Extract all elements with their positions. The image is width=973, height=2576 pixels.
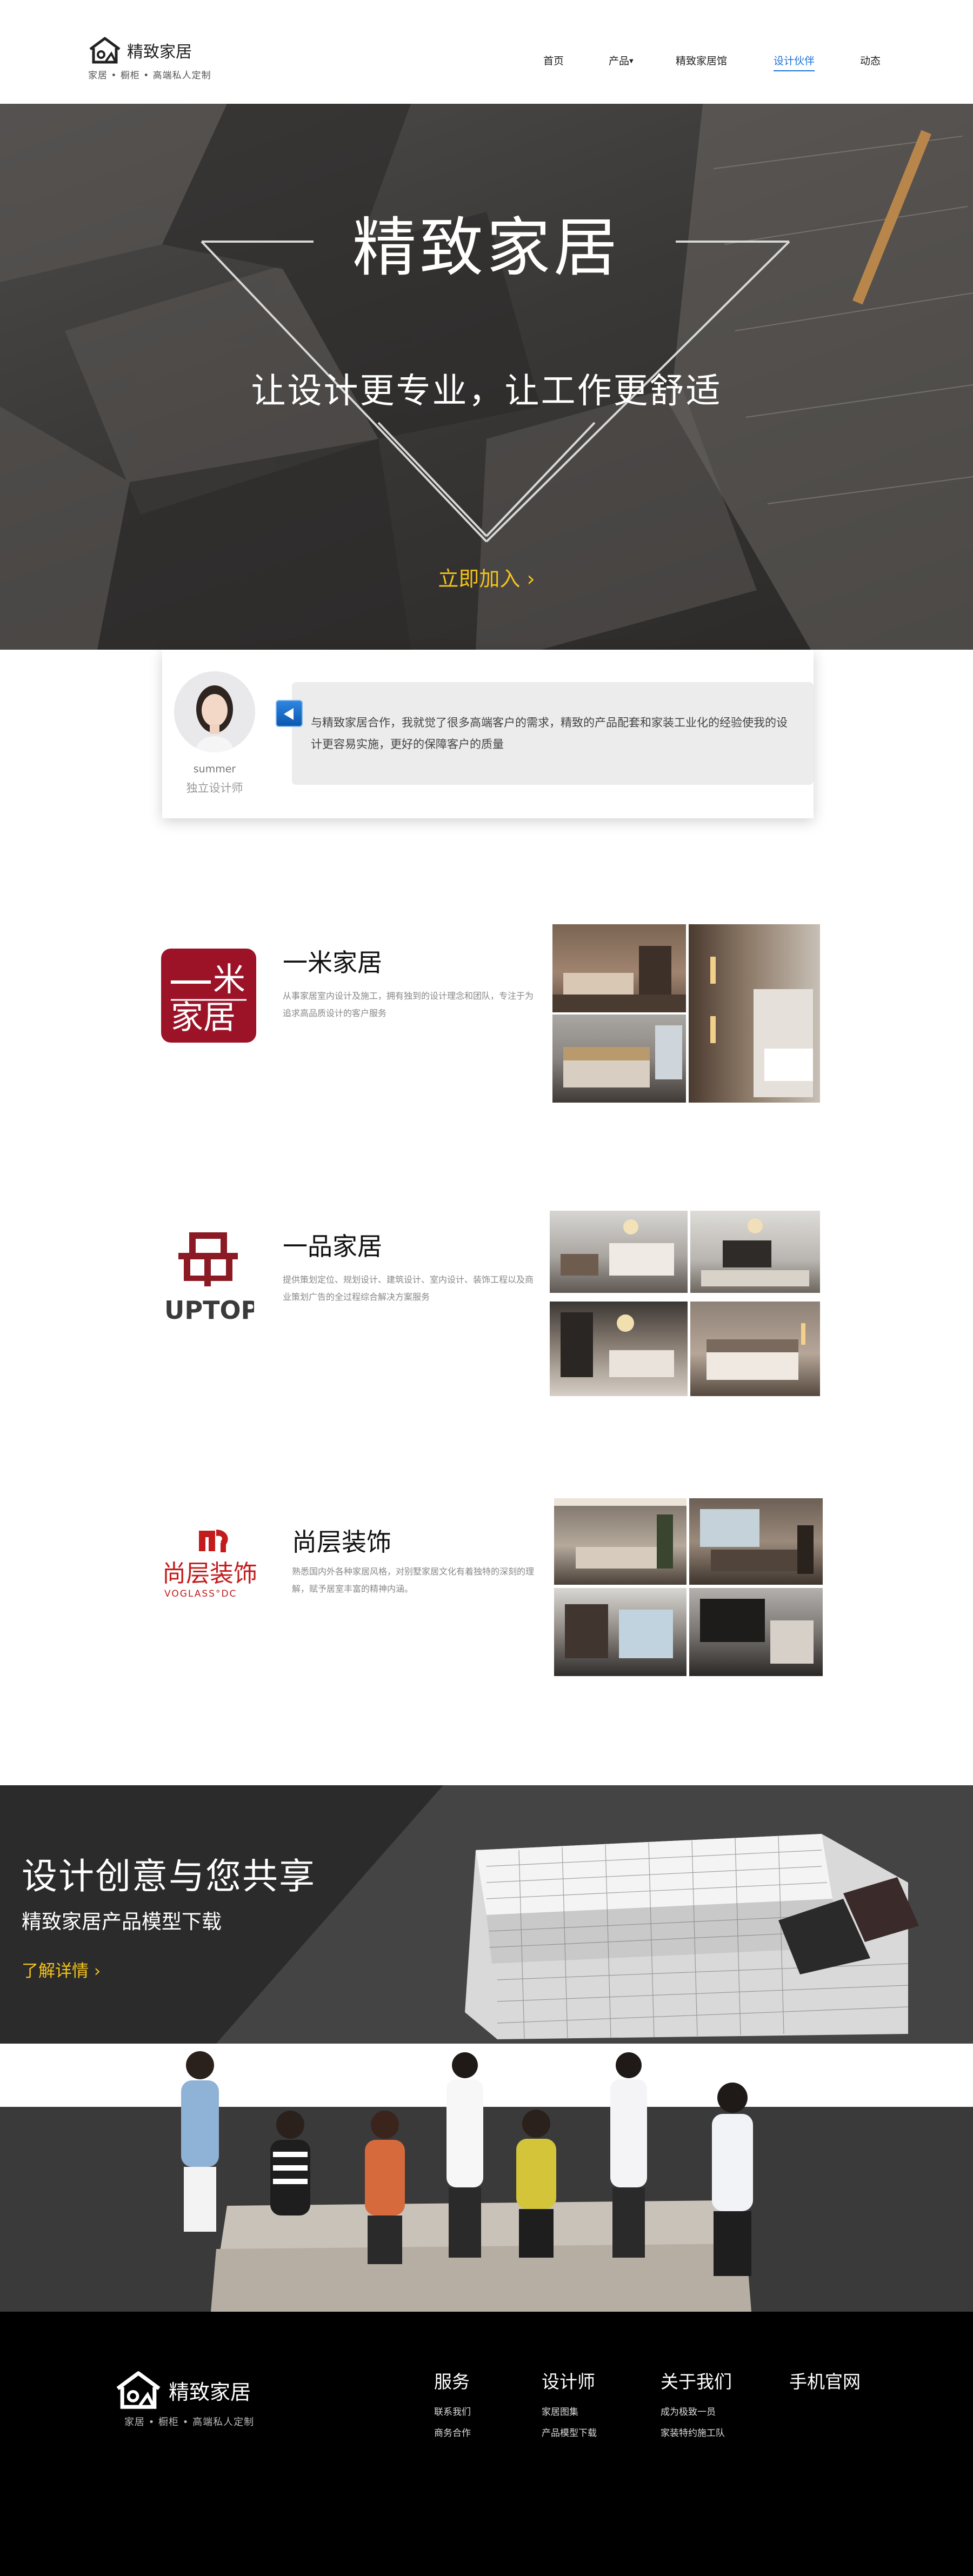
brand-description: 从事家居室内设计及施工，拥有独到的设计理念和团队，专注于为追求高品质设计的客户服…: [283, 991, 534, 1018]
house-logo-icon: [116, 2371, 161, 2409]
nav-home[interactable]: 首页: [543, 53, 564, 68]
footer-link-gallery[interactable]: 家居图集: [542, 2404, 597, 2418]
brand-yimi: 米 家居 一米家居 从事家居室内设计及施工，拥有独到的设计理念和团队，专注于为追…: [0, 919, 973, 1113]
footer-link-contact[interactable]: 联系我们: [434, 2404, 471, 2418]
footer-logo-name: 精致家居: [169, 2380, 251, 2404]
footer-col-title: 设计师: [542, 2371, 595, 2392]
gallery-photo[interactable]: [690, 1211, 820, 1293]
gallery-photo[interactable]: [552, 1015, 686, 1103]
hero-banner: 精致家居 让设计更专业，让工作更舒适 立即加入 ›: [0, 104, 973, 650]
testimonial-quote: 与精致家居合作，我就觉了很多高端客户的需求，精致的产品配套和家装工业化的经验使我…: [311, 716, 788, 751]
footer-mobile-site-link[interactable]: 手机官网: [789, 2367, 861, 2393]
brand-description: 熟悉国内外各种家居风格，对别墅家居文化有着独特的深刻的理解，赋予居室丰富的精神内…: [292, 1566, 535, 1594]
footer-col-about: 关于我们 成为极致一员 家装特约施工队: [661, 2367, 732, 2439]
banner-title: 设计创意与您共享: [22, 1856, 316, 1897]
chevron-down-icon: ▼: [629, 58, 634, 64]
nav-products[interactable]: 产品▼: [609, 53, 634, 68]
uptop-logo-mark-icon: UPTOP: [164, 1232, 259, 1325]
wireframe-sofa-image: [465, 1834, 919, 2040]
footer-col-title: 关于我们: [661, 2371, 732, 2392]
site-footer: 精致家居 家居 • 橱柜 • 高端私人定制 服务 联系我们 商务合作 设计师 家…: [0, 2312, 973, 2576]
nav-products-label: 产品: [609, 55, 630, 67]
footer-col-title: 服务: [434, 2371, 470, 2392]
testimonial-card: summer 独立设计师 与精致家居合作，我就觉了很多高端客户的需求，精致的产品…: [162, 650, 814, 818]
uptop-logo: UPTOP: [162, 1226, 259, 1334]
brand-uptop: UPTOP 一品家居 提供策划定位、规划设计、建筑设计、室内设计、装饰工程以及商…: [0, 1205, 973, 1400]
gallery-photo[interactable]: [550, 1211, 688, 1293]
yimi-logo: 米 家居: [161, 949, 256, 1043]
nav-showroom[interactable]: 精致家居馆: [676, 53, 727, 68]
voglass-logo-mark-icon: 尚层装饰 VOGLASS°DC: [162, 1530, 257, 1599]
hero-title: 精致家居: [352, 210, 621, 285]
uptop-logo-text: UPTOP: [164, 1296, 254, 1325]
testimonial-author-role: 独立设计师: [186, 782, 243, 795]
voglass-logo-subtext: VOGLASS°DC: [164, 1589, 237, 1599]
footer-logo[interactable]: 精致家居 家居 • 橱柜 • 高端私人定制: [115, 2370, 254, 2428]
gallery-photo[interactable]: [689, 1498, 823, 1585]
footer-link-contractor[interactable]: 家装特约施工队: [661, 2425, 732, 2439]
voglass-logo-text: 尚层装饰: [162, 1560, 257, 1587]
gallery-photo[interactable]: [689, 924, 820, 1103]
logo-tagline: 家居 • 橱柜 • 高端私人定制: [88, 70, 211, 81]
avatar: [174, 671, 255, 752]
testimonial-author-name: summer: [193, 763, 236, 775]
team-photo-image: [181, 2051, 753, 2312]
hero-subtitle: 让设计更专业，让工作更舒适: [251, 371, 722, 411]
footer-link-business[interactable]: 商务合作: [434, 2425, 471, 2439]
footer-link-model-download[interactable]: 产品模型下载: [542, 2425, 597, 2439]
gallery-photo[interactable]: [552, 924, 686, 1012]
gallery-photo[interactable]: [550, 1302, 688, 1396]
voglass-logo: 尚层装饰 VOGLASS°DC: [162, 1524, 265, 1605]
learn-more-link[interactable]: 了解详情 ›: [22, 1957, 101, 1981]
svg-text:家居: 家居: [171, 999, 236, 1037]
brand-voglass: 尚层装饰 VOGLASS°DC 尚层装饰 熟悉国内外各种家居风格，对别墅家居文化…: [0, 1489, 973, 1684]
banner-subtitle: 精致家居产品模型下载: [22, 1910, 222, 1933]
footer-col-designer: 设计师 家居图集 产品模型下载: [542, 2367, 597, 2439]
model-download-banner: 设计创意与您共享 精致家居产品模型下载 了解详情 ›: [0, 1785, 973, 2044]
nav-news[interactable]: 动态: [860, 53, 881, 68]
footer-logo-tagline: 家居 • 橱柜 • 高端私人定制: [124, 2417, 255, 2428]
svg-text:米: 米: [213, 961, 245, 999]
prev-arrow-icon[interactable]: [276, 700, 303, 727]
join-now-link[interactable]: 立即加入 ›: [0, 562, 973, 592]
footer-col-service: 服务 联系我们 商务合作: [434, 2367, 471, 2439]
yimi-logo-mark-icon: 米 家居: [171, 961, 246, 1037]
gallery-photo[interactable]: [554, 1588, 687, 1676]
site-header: 精致家居 家居 • 橱柜 • 高端私人定制 首页 产品▼ 精致家居馆 设计伙伴 …: [0, 0, 973, 104]
footer-link-join[interactable]: 成为极致一员: [661, 2404, 732, 2418]
site-logo[interactable]: 精致家居 家居 • 橱柜 • 高端私人定制: [88, 36, 211, 81]
nav-design-partners[interactable]: 设计伙伴: [774, 53, 815, 71]
gallery-photo[interactable]: [689, 1588, 823, 1676]
brand-description: 提供策划定位、规划设计、建筑设计、室内设计、装饰工程以及商业策划广告的全过程综合…: [283, 1274, 534, 1302]
team-photo-section: [0, 2044, 973, 2312]
brand-title: 一米家居: [283, 948, 382, 977]
house-logo-icon: [89, 37, 121, 64]
brand-title: 尚层装饰: [292, 1527, 391, 1557]
gallery-photo[interactable]: [690, 1302, 820, 1396]
brand-title: 一品家居: [283, 1232, 382, 1261]
logo-name: 精致家居: [127, 43, 192, 62]
footer-col-mobile: 手机官网: [789, 2367, 861, 2393]
gallery-photo[interactable]: [554, 1498, 687, 1585]
